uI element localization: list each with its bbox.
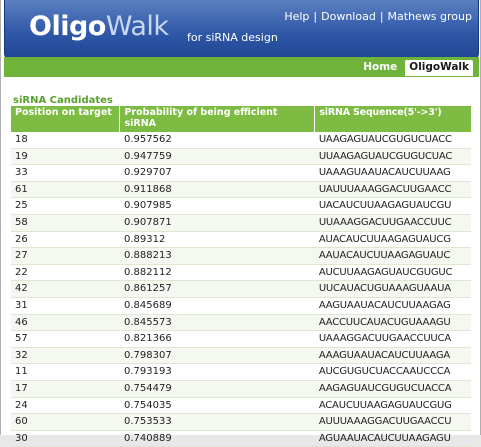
table-body: 18 0.957562 UAAGAGUAUCGUGUCUACC 19 0.947759 U… <box>11 132 471 447</box>
cell-position: 24 <box>11 397 120 415</box>
table-row: 57 0.821366 UAAAGGACUUGAACCUUCA <box>11 330 471 348</box>
cell-sequence: AGUAAUACAUCUUAAGAGU <box>314 430 471 447</box>
table-row: 60 0.753533 AUUUAAAGGACUUGAACCU <box>11 413 471 431</box>
cell-position: 32 <box>11 347 120 365</box>
table-row: 31 0.845689 AAGUAAUACAUCUUAAGAG <box>11 297 471 315</box>
cell-sequence: UAAAGGACUUGAACCUUCA <box>314 330 471 348</box>
cell-position: 61 <box>11 181 120 199</box>
cell-position: 22 <box>11 264 120 282</box>
table-row: 17 0.754479 AAGAGUAUCGUGUCUACCA <box>11 380 471 398</box>
cell-probability: 0.907871 <box>119 214 315 232</box>
cell-sequence: ACAUCUUAAGAGUAUCGUG <box>314 397 471 415</box>
cell-sequence: UUCAUACUGUAAAGUAAUA <box>314 280 471 298</box>
tab-oligowalk[interactable]: OligoWalk <box>405 60 473 76</box>
column-header-position: Position on target <box>11 106 121 132</box>
link-separator: | <box>313 10 318 23</box>
cell-position: 58 <box>11 214 120 232</box>
cell-sequence: UUAAGAGUAUCGUGUCUAC <box>314 148 471 166</box>
cell-probability: 0.793193 <box>119 363 315 381</box>
cell-sequence: UAUUUAAAGGACUUGAACC <box>314 181 471 199</box>
table-row: 61 0.911868 UAUUUAAAGGACUUGAACC <box>11 181 471 199</box>
link-separator: | <box>379 10 384 23</box>
table-row: 26 0.89312 AUACAUCUUAAGAGUAUCG <box>11 231 471 249</box>
help-link[interactable]: Help <box>284 10 309 23</box>
cell-probability: 0.845689 <box>119 297 315 315</box>
table-row: 22 0.882112 AUCUUAAGAGUAUCGUGUC <box>11 264 471 282</box>
cell-probability: 0.957562 <box>119 132 315 149</box>
cell-position: 46 <box>11 314 120 332</box>
cell-position: 42 <box>11 280 120 298</box>
nav-tabs: Home OligoWalk <box>359 60 473 76</box>
cell-sequence: UAAAGUAAUACAUCUUAAG <box>314 164 471 182</box>
column-header-probability: Probability of being efficient siRNA <box>119 106 316 132</box>
table-row: 33 0.929707 UAAAGUAAUACAUCUUAAG <box>11 164 471 182</box>
cell-sequence: AUACAUCUUAAGAGUAUCG <box>314 231 471 249</box>
cell-probability: 0.821366 <box>119 330 315 348</box>
cell-sequence: UAAGAGUAUCGUGUCUACC <box>314 132 471 149</box>
table-row: 27 0.888213 AAUACAUCUUAAGAGUAUC <box>11 247 471 265</box>
cell-sequence: AAGUAAUACAUCUUAAGAG <box>314 297 471 315</box>
cell-probability: 0.740889 <box>119 430 315 447</box>
top-links: Help | Download | Mathews group <box>284 10 472 23</box>
cell-sequence: AAAGUAAUACAUCUUAAGA <box>314 347 471 365</box>
table-row: 18 0.957562 UAAGAGUAUCGUGUCUACC <box>11 132 471 149</box>
cell-position: 26 <box>11 231 120 249</box>
cell-probability: 0.888213 <box>119 247 315 265</box>
cell-sequence: AAUACAUCUUAAGAGUAUC <box>314 247 471 265</box>
cell-probability: 0.845573 <box>119 314 315 332</box>
cell-position: 33 <box>11 164 120 182</box>
cell-probability: 0.754035 <box>119 397 315 415</box>
cell-probability: 0.947759 <box>119 148 315 166</box>
cell-position: 31 <box>11 297 120 315</box>
table-header-row: Position on target Probability of being … <box>11 106 471 132</box>
mathews-group-link[interactable]: Mathews group <box>388 10 472 23</box>
table-row: 32 0.798307 AAAGUAAUACAUCUUAAGA <box>11 347 471 365</box>
cell-sequence: AUUUAAAGGACUUGAACCU <box>314 413 471 431</box>
cell-sequence: UACAUCUUAAGAGUAUCGU <box>314 197 471 215</box>
cell-probability: 0.911868 <box>119 181 315 199</box>
cell-probability: 0.798307 <box>119 347 315 365</box>
section-title: siRNA Candidates <box>13 95 113 106</box>
cell-position: 25 <box>11 197 120 215</box>
table-row: 25 0.907985 UACAUCUUAAGAGUAUCGU <box>11 197 471 215</box>
cell-probability: 0.929707 <box>119 164 315 182</box>
cell-probability: 0.882112 <box>119 264 315 282</box>
oligowalk-logo[interactable]: OligoWalk <box>29 11 169 42</box>
site-header: OligoWalk for siRNA design Help | Download… <box>4 0 479 61</box>
cell-sequence: UUAAAGGACUUGAACCUUC <box>314 214 471 232</box>
cell-position: 11 <box>11 363 120 381</box>
cell-position: 57 <box>11 330 120 348</box>
table-row: 42 0.861257 UUCAUACUGUAAAGUAAUA <box>11 280 471 298</box>
cell-sequence: AUCUUAAGAGUAUCGUGUC <box>314 264 471 282</box>
logo-walk-text: Walk <box>105 11 169 42</box>
page: OligoWalk for siRNA design Help | Download… <box>0 0 481 447</box>
cell-sequence: AUCGUGUCUACCAAUCCCA <box>314 363 471 381</box>
table-row: 58 0.907871 UUAAAGGACUUGAACCUUC <box>11 214 471 232</box>
cell-probability: 0.907985 <box>119 197 315 215</box>
download-link[interactable]: Download <box>321 10 376 23</box>
tab-home[interactable]: Home <box>359 60 401 76</box>
cell-sequence: AAGAGUAUCGUGUCUACCA <box>314 380 471 398</box>
cell-probability: 0.861257 <box>119 280 315 298</box>
table-row: 46 0.845573 AACCUUCAUACUGUAAAGU <box>11 314 471 332</box>
cell-position: 19 <box>11 148 120 166</box>
table-row: 19 0.947759 UUAAGAGUAUCGUGUCUAC <box>11 148 471 166</box>
cell-probability: 0.754479 <box>119 380 315 398</box>
cell-position: 60 <box>11 413 120 431</box>
cell-probability: 0.753533 <box>119 413 315 431</box>
cell-probability: 0.89312 <box>119 231 315 249</box>
cell-sequence: AACCUUCAUACUGUAAAGU <box>314 314 471 332</box>
cell-position: 30 <box>11 430 120 447</box>
logo-oligo-text: Oligo <box>29 11 106 42</box>
table-row: 11 0.793193 AUCGUGUCUACCAAUCCCA <box>11 363 471 381</box>
cell-position: 27 <box>11 247 120 265</box>
cell-position: 17 <box>11 380 120 398</box>
column-header-sequence: siRNA Sequence(5'->3') <box>314 106 471 132</box>
cell-position: 18 <box>11 132 120 149</box>
table-row: 24 0.754035 ACAUCUUAAGAGUAUCGUG <box>11 397 471 415</box>
sirna-candidates-table: Position on target Probability of being … <box>11 106 471 447</box>
table-row: 30 0.740889 AGUAAUACAUCUUAAGAGU <box>11 430 471 447</box>
tagline: for siRNA design <box>187 31 278 44</box>
